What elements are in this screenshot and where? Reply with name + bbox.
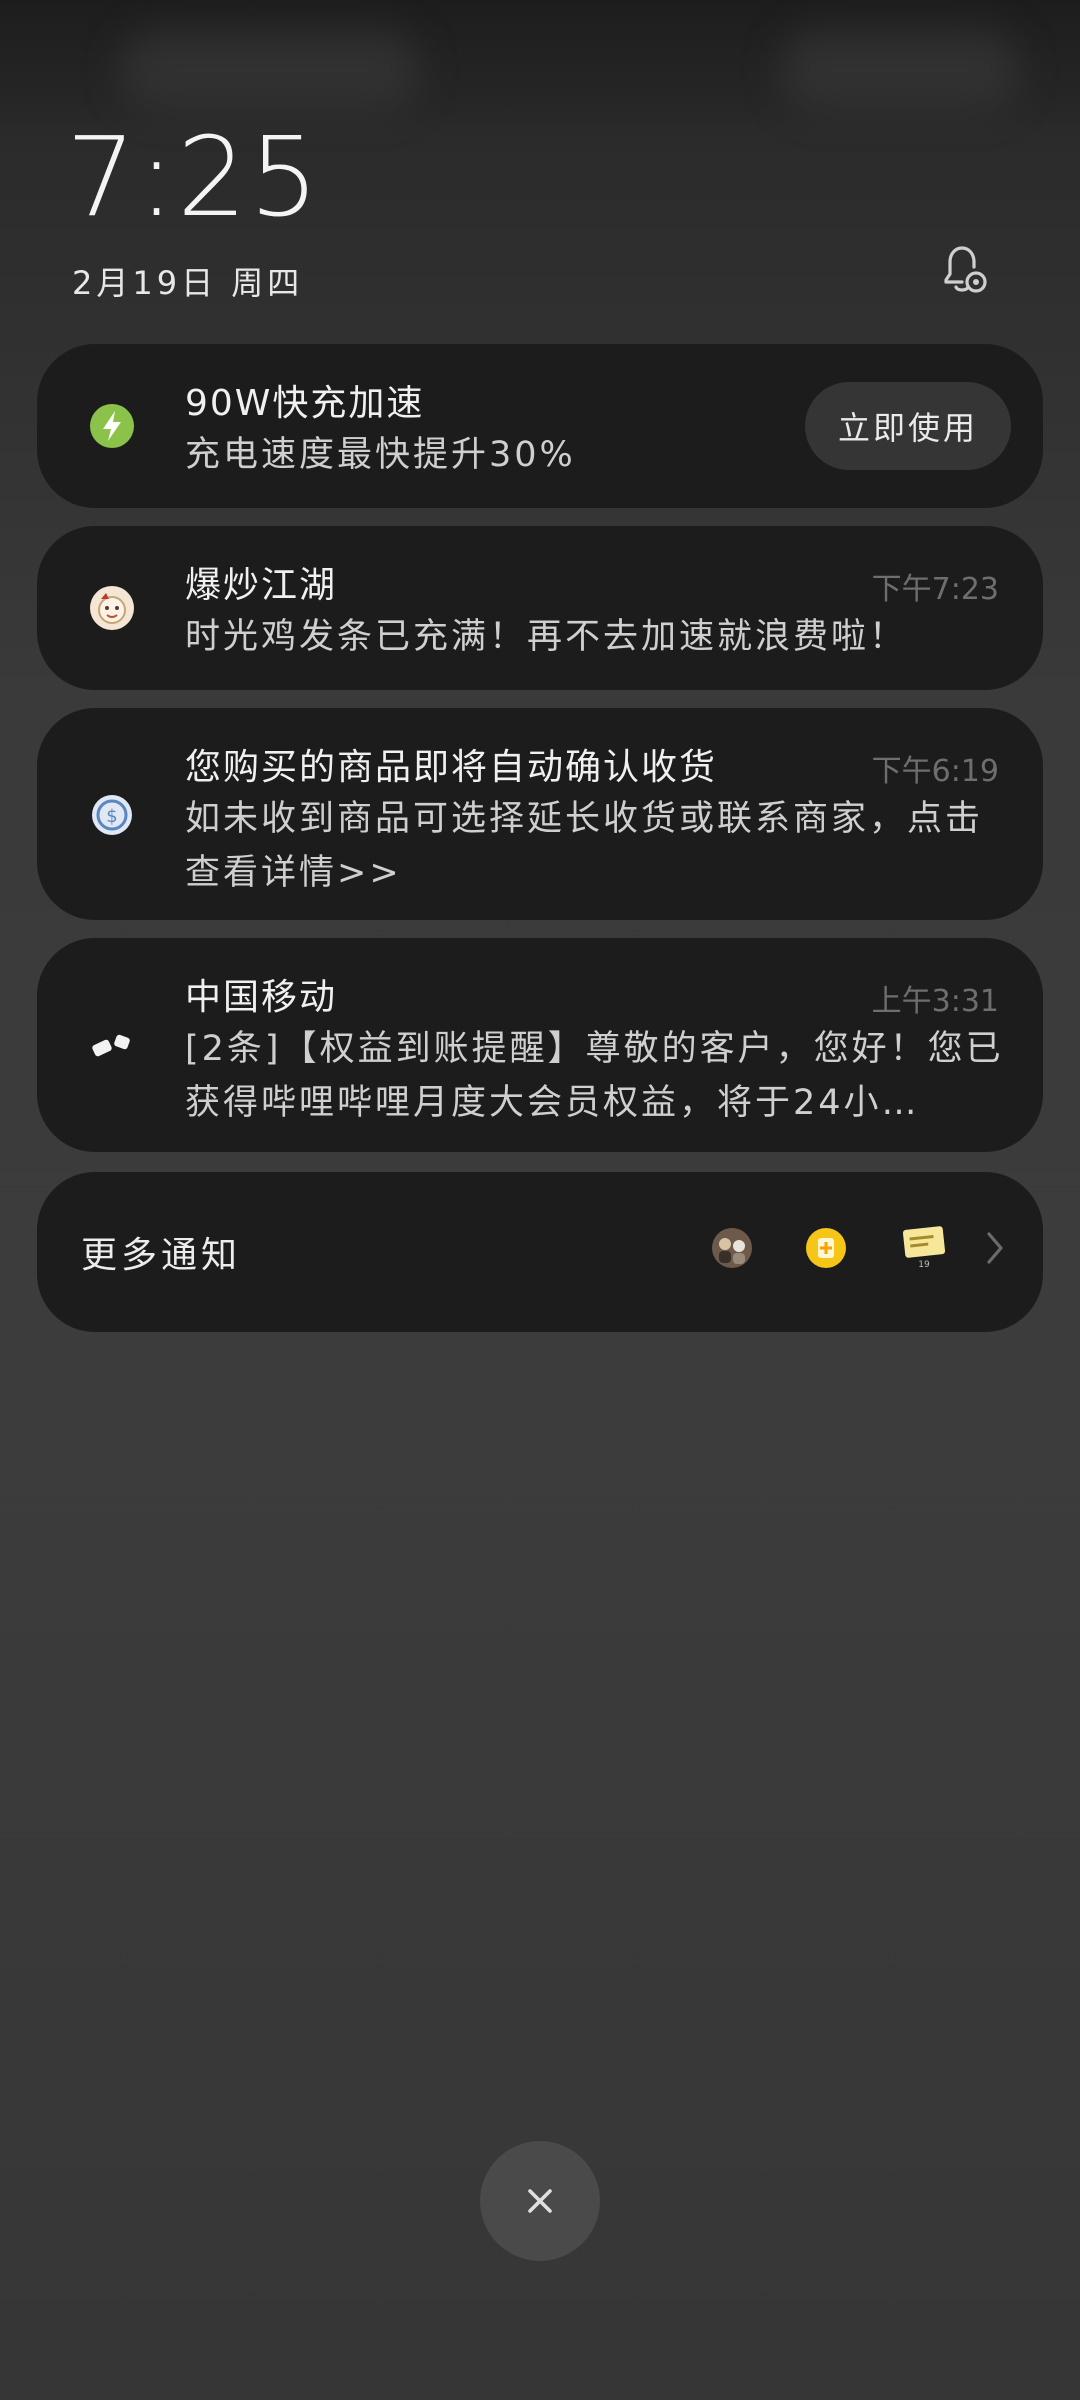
svg-text:$: $ bbox=[106, 806, 117, 827]
more-notifications-card[interactable]: 更多通知 19 bbox=[37, 1172, 1043, 1332]
notification-card-shopping[interactable]: $ 您购买的商品即将自动确认收货 下午6:19 如未收到商品可选择延长收货或联系… bbox=[37, 708, 1043, 920]
notification-title: 90W快充加速 bbox=[185, 383, 425, 424]
notification-time: 下午7:23 bbox=[871, 572, 999, 607]
notification-title: 中国移动 bbox=[185, 977, 338, 1018]
status-bar-blur bbox=[0, 0, 1080, 130]
clear-notifications-button[interactable] bbox=[480, 2141, 600, 2261]
game-avatar-icon bbox=[89, 585, 135, 631]
health-app-icon bbox=[802, 1224, 850, 1272]
use-now-button[interactable]: 立即使用 bbox=[805, 382, 1011, 470]
lockscreen-clock: 7:25 bbox=[66, 113, 322, 241]
notification-card-game[interactable]: 爆炒江湖 下午7:23 时光鸡发条已充满！再不去加速就浪费啦！ bbox=[37, 526, 1043, 690]
notification-body: 如未收到商品可选择延长收货或联系商家，点击查看详情>> bbox=[185, 799, 984, 893]
close-icon bbox=[528, 2189, 552, 2213]
lockscreen-date: 2月19日 周四 bbox=[72, 264, 304, 302]
notification-card-china-mobile[interactable]: 中国移动 上午3:31 [2条]【权益到账提醒】尊敬的客户，您好！您已获得哔哩哔… bbox=[37, 938, 1043, 1152]
chevron-right-icon[interactable] bbox=[975, 1224, 1015, 1272]
notification-card-fast-charge[interactable]: 90W快充加速 充电速度最快提升30% 立即使用 bbox=[37, 344, 1043, 508]
china-mobile-icon bbox=[89, 1022, 135, 1068]
shopping-app-icon: $ bbox=[89, 792, 135, 838]
notification-title: 爆炒江湖 bbox=[185, 565, 338, 606]
more-notifications-label: 更多通知 bbox=[81, 1235, 242, 1276]
notification-body: 时光鸡发条已充满！再不去加速就浪费啦！ bbox=[185, 617, 908, 657]
calendar-day-label: 19 bbox=[918, 1260, 930, 1270]
lightning-icon bbox=[89, 403, 135, 449]
calendar-icon: 19 bbox=[894, 1216, 954, 1276]
bell-settings-icon bbox=[944, 246, 987, 293]
notification-time: 下午6:19 bbox=[871, 754, 999, 789]
notification-time: 上午3:31 bbox=[871, 984, 999, 1019]
notification-body: [2条]【权益到账提醒】尊敬的客户，您好！您已获得哔哩哔哩月度大会员权益，将于2… bbox=[185, 1029, 1004, 1123]
notification-settings-button[interactable] bbox=[932, 240, 992, 300]
notification-title: 您购买的商品即将自动确认收货 bbox=[185, 747, 718, 788]
app-avatar-icon bbox=[708, 1224, 756, 1272]
